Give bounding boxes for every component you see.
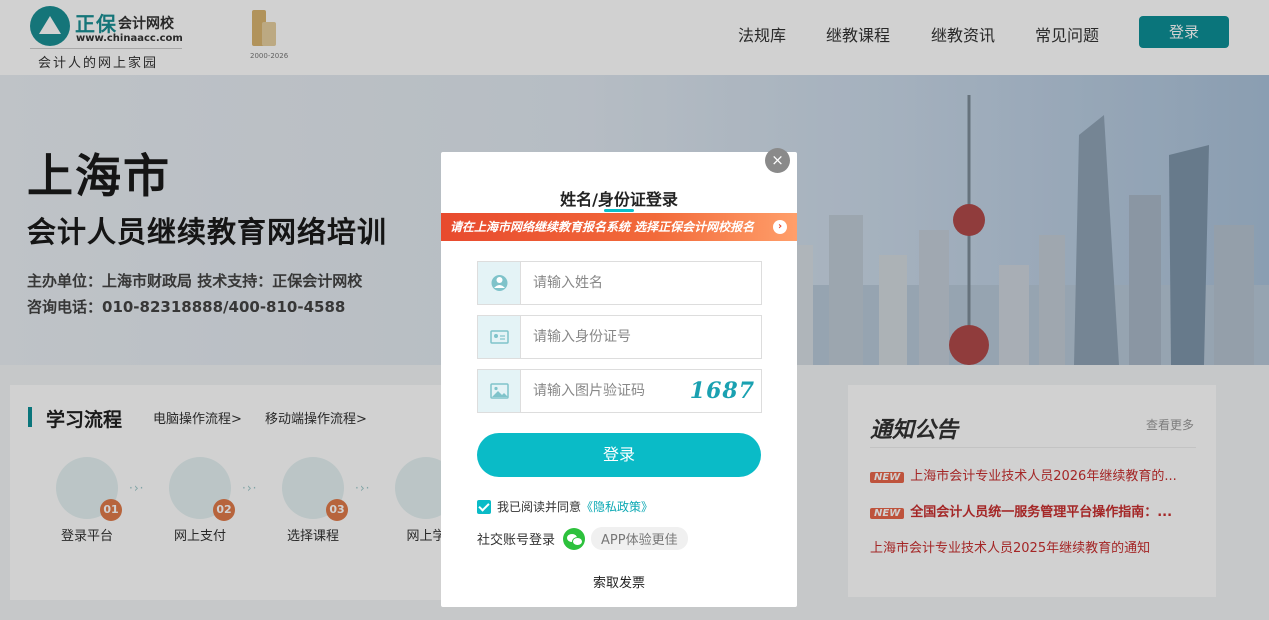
privacy-agreement: 我已阅读并同意《隐私政策》 [477, 498, 653, 515]
title-underline [604, 209, 634, 212]
login-submit-button[interactable]: 登录 [477, 433, 761, 477]
registration-banner[interactable]: 请在上海市网络继续教育报名系统 选择正保会计网校报名 › [441, 213, 797, 241]
captcha-image[interactable]: 1687 [690, 378, 755, 404]
id-number-input[interactable] [521, 316, 761, 358]
captcha-field: 1687 [477, 369, 762, 413]
social-login-label: 社交账号登录 [477, 533, 556, 548]
login-modal: × 姓名/身份证登录 请在上海市网络继续教育报名系统 选择正保会计网校报名 › … [441, 148, 797, 607]
app-download-button[interactable]: APP体验更佳 [591, 527, 688, 550]
name-input[interactable] [521, 262, 761, 304]
close-button[interactable]: × [765, 148, 790, 173]
agree-checkbox[interactable] [477, 500, 491, 514]
user-icon [478, 262, 521, 304]
id-card-icon [478, 316, 521, 358]
image-icon [478, 370, 521, 412]
modal-title: 姓名/身份证登录 [560, 190, 678, 209]
chevron-right-icon: › [773, 220, 787, 234]
id-field [477, 315, 762, 359]
request-invoice-link[interactable]: 索取发票 [441, 572, 797, 591]
wechat-icon[interactable] [563, 528, 586, 550]
agree-text: 我已阅读并同意 [497, 500, 582, 514]
social-login: 社交账号登录 APP体验更佳 [477, 527, 688, 550]
privacy-policy-link[interactable]: 《隐私政策》 [581, 500, 653, 514]
registration-banner-text: 请在上海市网络继续教育报名系统 选择正保会计网校报名 [450, 220, 755, 234]
name-field [477, 261, 762, 305]
